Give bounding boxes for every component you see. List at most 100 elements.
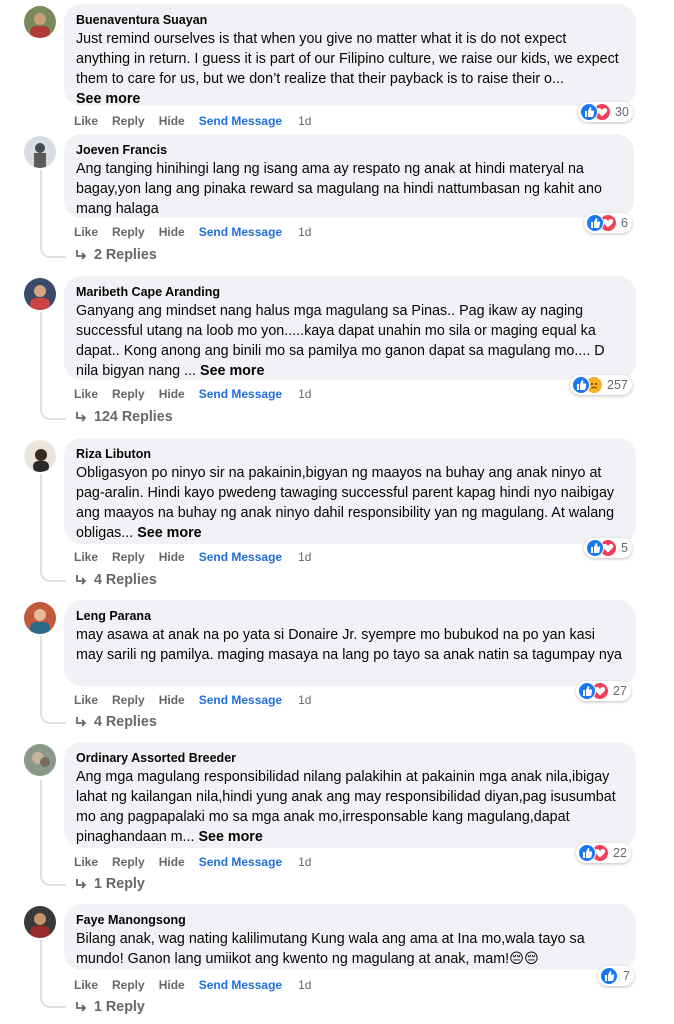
- view-replies-link[interactable]: 4 Replies: [74, 572, 157, 588]
- send-message-button[interactable]: Send Message: [199, 225, 282, 239]
- avatar[interactable]: [24, 440, 56, 472]
- reaction-summary[interactable]: 5: [584, 538, 632, 558]
- comment-text: Ang mga magulang responsibilidad nilang …: [76, 767, 624, 847]
- see-more-link[interactable]: See more: [76, 89, 624, 109]
- hide-button[interactable]: Hide: [159, 387, 185, 401]
- like-button[interactable]: Like: [74, 114, 98, 128]
- comment-bubble: Joeven Francis Ang tanging hinihingi lan…: [64, 134, 634, 218]
- send-message-button[interactable]: Send Message: [199, 387, 282, 401]
- like-button[interactable]: Like: [74, 693, 98, 707]
- view-replies-link[interactable]: 2 Replies: [74, 247, 157, 263]
- comment-actions: Like Reply Hide Send Message 1d: [74, 854, 325, 870]
- comment-bubble: Leng Parana may asawa at anak na po yata…: [64, 600, 636, 686]
- see-more-link[interactable]: See more: [198, 829, 262, 845]
- comment-author[interactable]: Joeven Francis: [76, 142, 622, 158]
- like-button[interactable]: Like: [74, 550, 98, 564]
- hide-button[interactable]: Hide: [159, 978, 185, 992]
- comment-text: Ganyang ang mindset nang halus mga magul…: [76, 301, 624, 381]
- comment-actions: Like Reply Hide Send Message 1d: [74, 224, 325, 240]
- avatar[interactable]: [24, 906, 56, 938]
- like-button[interactable]: Like: [74, 225, 98, 239]
- reply-button[interactable]: Reply: [112, 114, 145, 128]
- hide-button[interactable]: Hide: [159, 225, 185, 239]
- comment-timestamp[interactable]: 1d: [298, 114, 311, 128]
- reaction-summary[interactable]: 22: [576, 843, 631, 863]
- view-replies-link[interactable]: 4 Replies: [74, 714, 157, 730]
- reply-button[interactable]: Reply: [112, 978, 145, 992]
- like-reaction-icon: [600, 967, 618, 985]
- see-more-link[interactable]: See more: [137, 525, 201, 541]
- avatar[interactable]: [24, 602, 56, 634]
- replies-count: 124 Replies: [94, 409, 173, 425]
- like-reaction-icon: [572, 376, 590, 394]
- comment-text: Obligasyon po ninyo sir na pakainin,bigy…: [76, 463, 624, 543]
- avatar[interactable]: [24, 6, 56, 38]
- see-more-link[interactable]: See more: [200, 363, 264, 379]
- like-reaction-icon: [578, 682, 596, 700]
- reply-button[interactable]: Reply: [112, 387, 145, 401]
- thread-line: [40, 940, 42, 992]
- comment-timestamp[interactable]: 1d: [298, 978, 311, 992]
- comment-bubble: Buenaventura Suayan Just remind ourselve…: [64, 4, 636, 109]
- comment-timestamp[interactable]: 1d: [298, 225, 311, 239]
- reply-button[interactable]: Reply: [112, 693, 145, 707]
- thread-line: [40, 312, 42, 404]
- comment-timestamp[interactable]: 1d: [298, 693, 311, 707]
- view-replies-link[interactable]: 1 Reply: [74, 876, 145, 892]
- thread-connector: [40, 566, 66, 582]
- send-message-button[interactable]: Send Message: [199, 855, 282, 869]
- reaction-summary[interactable]: 27: [576, 681, 631, 701]
- avatar[interactable]: [24, 278, 56, 310]
- like-button[interactable]: Like: [74, 978, 98, 992]
- thread-connector: [40, 992, 66, 1008]
- like-reaction-icon: [586, 214, 604, 232]
- hide-button[interactable]: Hide: [159, 693, 185, 707]
- reaction-summary[interactable]: 7: [598, 966, 634, 986]
- reaction-count: 5: [621, 541, 628, 555]
- reply-button[interactable]: Reply: [112, 225, 145, 239]
- hide-button[interactable]: Hide: [159, 855, 185, 869]
- comment-author[interactable]: Riza Libuton: [76, 446, 624, 462]
- comment-text: may asawa at anak na po yata si Donaire …: [76, 627, 622, 663]
- reaction-summary[interactable]: 257: [570, 375, 632, 395]
- avatar[interactable]: [24, 744, 56, 776]
- comment-author[interactable]: Buenaventura Suayan: [76, 12, 624, 28]
- send-message-button[interactable]: Send Message: [199, 550, 282, 564]
- comment-timestamp[interactable]: 1d: [298, 387, 311, 401]
- comment-author[interactable]: Leng Parana: [76, 608, 624, 624]
- comment-bubble: Maribeth Cape Aranding Ganyang ang minds…: [64, 276, 636, 380]
- comment-author[interactable]: Ordinary Assorted Breeder: [76, 750, 624, 766]
- comment-body: Just remind ourselves is that when you g…: [76, 31, 619, 87]
- hide-button[interactable]: Hide: [159, 550, 185, 564]
- hide-button[interactable]: Hide: [159, 114, 185, 128]
- reply-arrow-icon: [74, 877, 88, 891]
- avatar[interactable]: [24, 136, 56, 168]
- send-message-button[interactable]: Send Message: [199, 114, 282, 128]
- replies-count: 2 Replies: [94, 247, 157, 263]
- reaction-count: 257: [607, 378, 628, 392]
- like-button[interactable]: Like: [74, 855, 98, 869]
- thread-connector: [40, 242, 66, 258]
- comment-timestamp[interactable]: 1d: [298, 550, 311, 564]
- comment-bubble: Ordinary Assorted Breeder Ang mga magula…: [64, 742, 636, 848]
- like-button[interactable]: Like: [74, 387, 98, 401]
- like-reaction-icon: [578, 844, 596, 862]
- replies-count: 4 Replies: [94, 572, 157, 588]
- send-message-button[interactable]: Send Message: [199, 978, 282, 992]
- comment-body: Ganyang ang mindset nang halus mga magul…: [76, 303, 605, 379]
- comment-author[interactable]: Maribeth Cape Aranding: [76, 284, 624, 300]
- reply-button[interactable]: Reply: [112, 550, 145, 564]
- comment-timestamp[interactable]: 1d: [298, 855, 311, 869]
- reaction-count: 22: [613, 846, 627, 860]
- reaction-summary[interactable]: 6: [584, 213, 632, 233]
- view-replies-link[interactable]: 1 Reply: [74, 999, 145, 1015]
- reply-button[interactable]: Reply: [112, 855, 145, 869]
- view-replies-link[interactable]: 124 Replies: [74, 409, 173, 425]
- reaction-summary[interactable]: 30: [578, 102, 633, 122]
- comment-author[interactable]: Faye Manongsong: [76, 912, 624, 928]
- like-reaction-icon: [580, 103, 598, 121]
- comment-text: Ang tanging hinihingi lang ng isang ama …: [76, 161, 602, 217]
- reply-arrow-icon: [74, 1000, 88, 1014]
- send-message-button[interactable]: Send Message: [199, 693, 282, 707]
- thread-line: [40, 780, 42, 870]
